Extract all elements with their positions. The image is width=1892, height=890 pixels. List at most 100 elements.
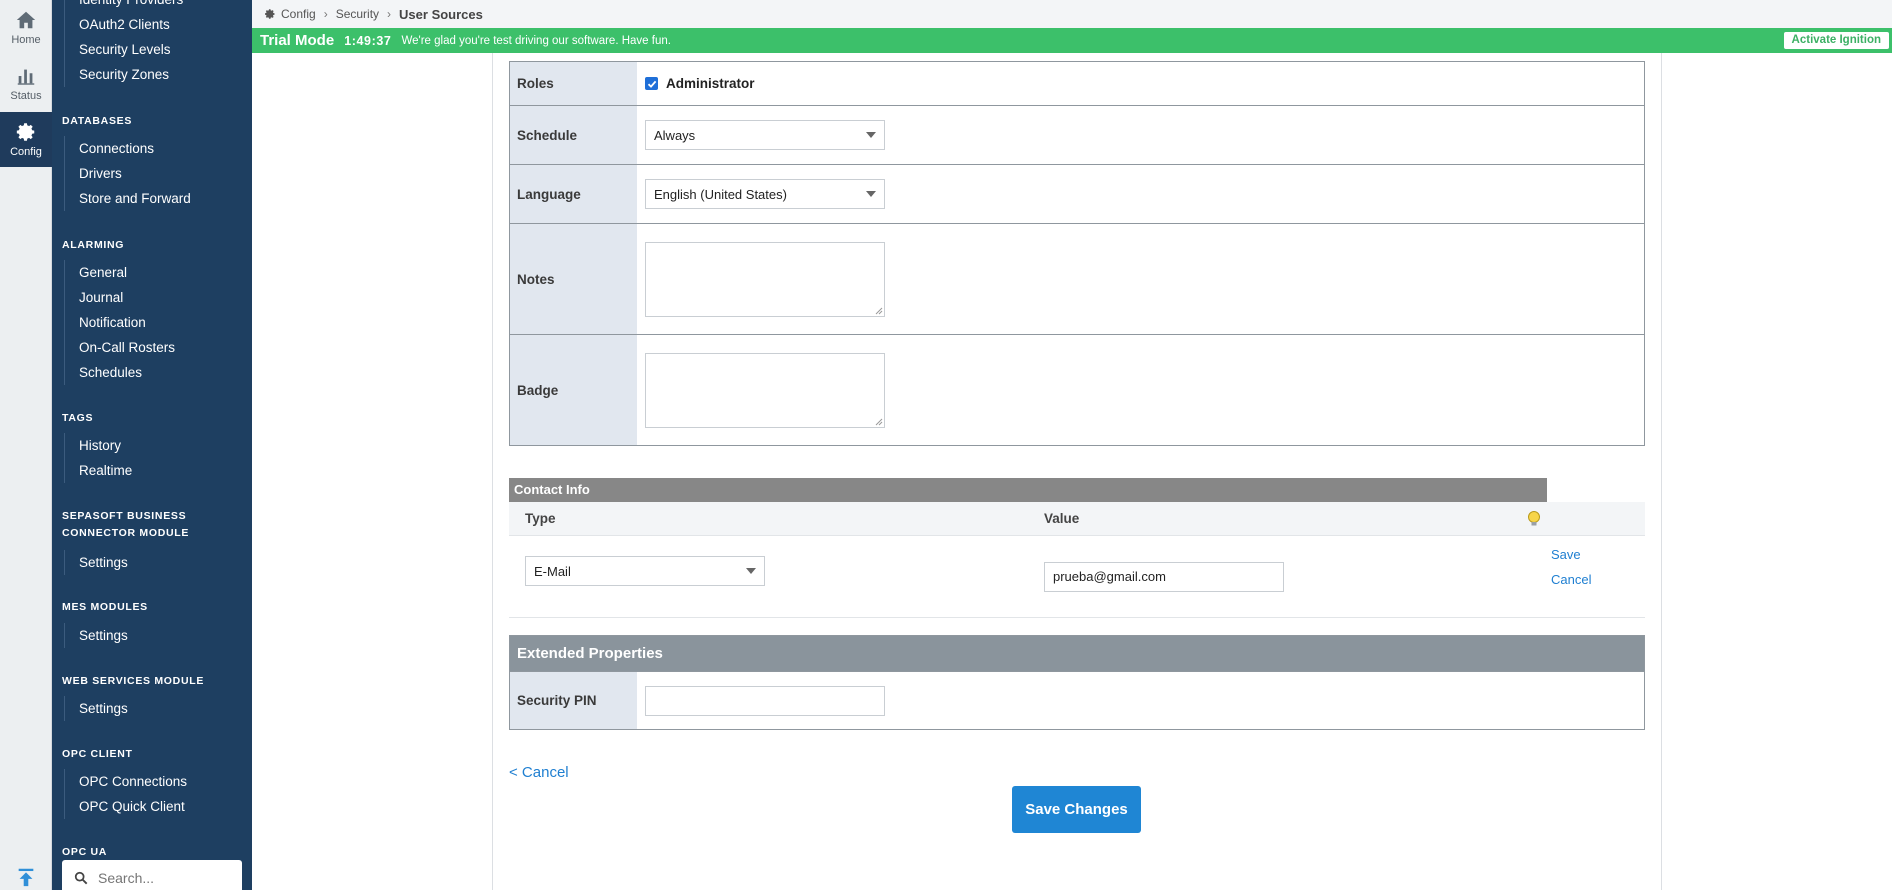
- nav-link-notification[interactable]: Notification: [65, 310, 175, 335]
- nav-link-drivers[interactable]: Drivers: [65, 161, 191, 186]
- contact-type-column: Type: [525, 511, 556, 526]
- rail-config-label: Config: [10, 146, 42, 158]
- lightbulb-icon[interactable]: [1526, 510, 1542, 528]
- nav-link-on-call-rosters[interactable]: On-Call Rosters: [65, 335, 175, 360]
- nav-link-security-levels[interactable]: Security Levels: [65, 37, 183, 62]
- nav-link-opc-connections[interactable]: OPC Connections: [65, 769, 187, 794]
- chevron-down-icon: [746, 568, 756, 574]
- chevron-right-icon: ›: [387, 7, 392, 21]
- resize-grip-icon[interactable]: [875, 307, 883, 315]
- search-icon: [74, 871, 88, 885]
- nav-link-mes-settings[interactable]: Settings: [65, 623, 128, 648]
- save-changes-button[interactable]: Save Changes: [1012, 786, 1141, 833]
- rail-home-label: Home: [11, 34, 41, 46]
- contact-info-row: E-Mail prueba@gmail.com Save Cancel: [509, 536, 1645, 618]
- language-select[interactable]: English (United States): [645, 179, 885, 209]
- nav-link-security-zones[interactable]: Security Zones: [65, 62, 183, 87]
- nav-link-sepasoft-settings[interactable]: Settings: [65, 550, 128, 575]
- nav-link-web-services-settings[interactable]: Settings: [65, 696, 128, 721]
- breadcrumb-config[interactable]: Config: [281, 7, 316, 21]
- breadcrumb-user-sources: User Sources: [399, 6, 483, 22]
- nav-group-tags: History Realtime: [64, 433, 132, 483]
- roles-row: Roles Administrator: [510, 61, 1644, 105]
- rail-status[interactable]: Status: [0, 56, 52, 111]
- rail-home[interactable]: Home: [0, 0, 52, 55]
- extended-properties-table: Extended Properties Security PIN: [509, 635, 1645, 730]
- administrator-label[interactable]: Administrator: [666, 76, 755, 91]
- security-pin-value: [637, 672, 1644, 729]
- bar-chart-icon: [17, 69, 35, 85]
- nav-link-store-and-forward[interactable]: Store and Forward: [65, 186, 191, 211]
- nav-link-connections[interactable]: Connections: [65, 136, 191, 161]
- nav-link-schedules[interactable]: Schedules: [65, 360, 175, 385]
- nav-link-realtime[interactable]: Realtime: [65, 458, 132, 483]
- nav-search-box[interactable]: [62, 860, 242, 890]
- gear-icon: [16, 123, 35, 141]
- contact-info-header: Contact Info: [509, 478, 1547, 502]
- nav-link-general[interactable]: General: [65, 260, 175, 285]
- security-pin-input[interactable]: [645, 685, 885, 716]
- activate-ignition-button[interactable]: Activate Ignition: [1783, 32, 1889, 49]
- nav-search-input[interactable]: [98, 870, 228, 886]
- nav-link-oauth2-clients[interactable]: OAuth2 Clients: [65, 12, 183, 37]
- contact-save-link[interactable]: Save: [1551, 547, 1581, 562]
- nav-section-opc-ua: OPC UA: [62, 846, 108, 858]
- cancel-link[interactable]: < Cancel: [509, 764, 569, 781]
- config-nav-sidebar: Identity Providers OAuth2 Clients Securi…: [52, 0, 252, 890]
- administrator-checkbox[interactable]: [645, 77, 658, 90]
- schedule-value: Always: [637, 106, 1644, 164]
- contact-cancel-link[interactable]: Cancel: [1551, 572, 1591, 587]
- language-selected: English (United States): [654, 186, 787, 202]
- nav-link-opc-quick-client[interactable]: OPC Quick Client: [65, 794, 187, 819]
- nav-link-history[interactable]: History: [65, 433, 132, 458]
- notes-textarea[interactable]: [645, 241, 885, 317]
- nav-link-identity-providers[interactable]: Identity Providers: [65, 0, 183, 12]
- language-value: English (United States): [637, 165, 1644, 223]
- notes-row: Notes: [510, 223, 1644, 334]
- badge-value: [637, 335, 1644, 445]
- schedule-select[interactable]: Always: [645, 120, 885, 150]
- extended-properties-header: Extended Properties: [510, 636, 1644, 671]
- chevron-down-icon: [866, 132, 876, 138]
- nav-section-alarming: ALARMING: [62, 239, 125, 251]
- badge-row: Badge: [510, 334, 1644, 445]
- resize-grip-icon[interactable]: [875, 418, 883, 426]
- collapse-up-icon[interactable]: [14, 866, 38, 888]
- contact-info-columns: Type Value: [509, 502, 1645, 536]
- notes-label: Notes: [510, 224, 637, 334]
- badge-textarea[interactable]: [645, 352, 885, 428]
- chevron-right-icon: ›: [323, 7, 328, 21]
- breadcrumb-security[interactable]: Security: [336, 7, 379, 21]
- nav-group-security: Identity Providers OAuth2 Clients Securi…: [64, 0, 183, 87]
- security-pin-label: Security PIN: [510, 672, 637, 729]
- badge-label: Badge: [510, 335, 637, 445]
- nav-link-journal[interactable]: Journal: [65, 285, 175, 310]
- schedule-label: Schedule: [510, 106, 637, 164]
- nav-group-sepasoft: Settings: [64, 550, 128, 575]
- nav-section-tags: TAGS: [62, 412, 94, 424]
- roles-label: Roles: [510, 62, 637, 105]
- schedule-row: Schedule Always: [510, 105, 1644, 164]
- language-label: Language: [510, 165, 637, 223]
- roles-value: Administrator: [637, 62, 1644, 105]
- trial-timer: 1:49:37: [344, 33, 392, 48]
- language-row: Language English (United States): [510, 164, 1644, 223]
- nav-group-mes: Settings: [64, 623, 128, 648]
- nav-group-web-services: Settings: [64, 696, 128, 721]
- contact-value-column: Value: [1044, 511, 1080, 526]
- rail-status-label: Status: [10, 90, 42, 102]
- nav-group-databases: Connections Drivers Store and Forward: [64, 136, 191, 211]
- security-pin-row: Security PIN: [510, 671, 1644, 729]
- nav-section-opc-client: OPC CLIENT: [62, 748, 133, 760]
- trial-banner: Trial Mode 1:49:37 We're glad you're tes…: [252, 28, 1892, 53]
- icon-rail: Home Status Config: [0, 0, 52, 890]
- breadcrumb: Config › Security › User Sources: [252, 0, 1892, 28]
- nav-section-web-services: WEB SERVICES MODULE: [62, 675, 205, 687]
- contact-type-selected: E-Mail: [534, 563, 571, 579]
- nav-group-opc-client: OPC Connections OPC Quick Client: [64, 769, 187, 819]
- gear-icon: [265, 9, 275, 19]
- notes-value: [637, 224, 1644, 334]
- rail-config[interactable]: Config: [0, 112, 52, 167]
- contact-type-select[interactable]: E-Mail: [525, 556, 765, 586]
- contact-value-input[interactable]: prueba@gmail.com: [1044, 562, 1284, 592]
